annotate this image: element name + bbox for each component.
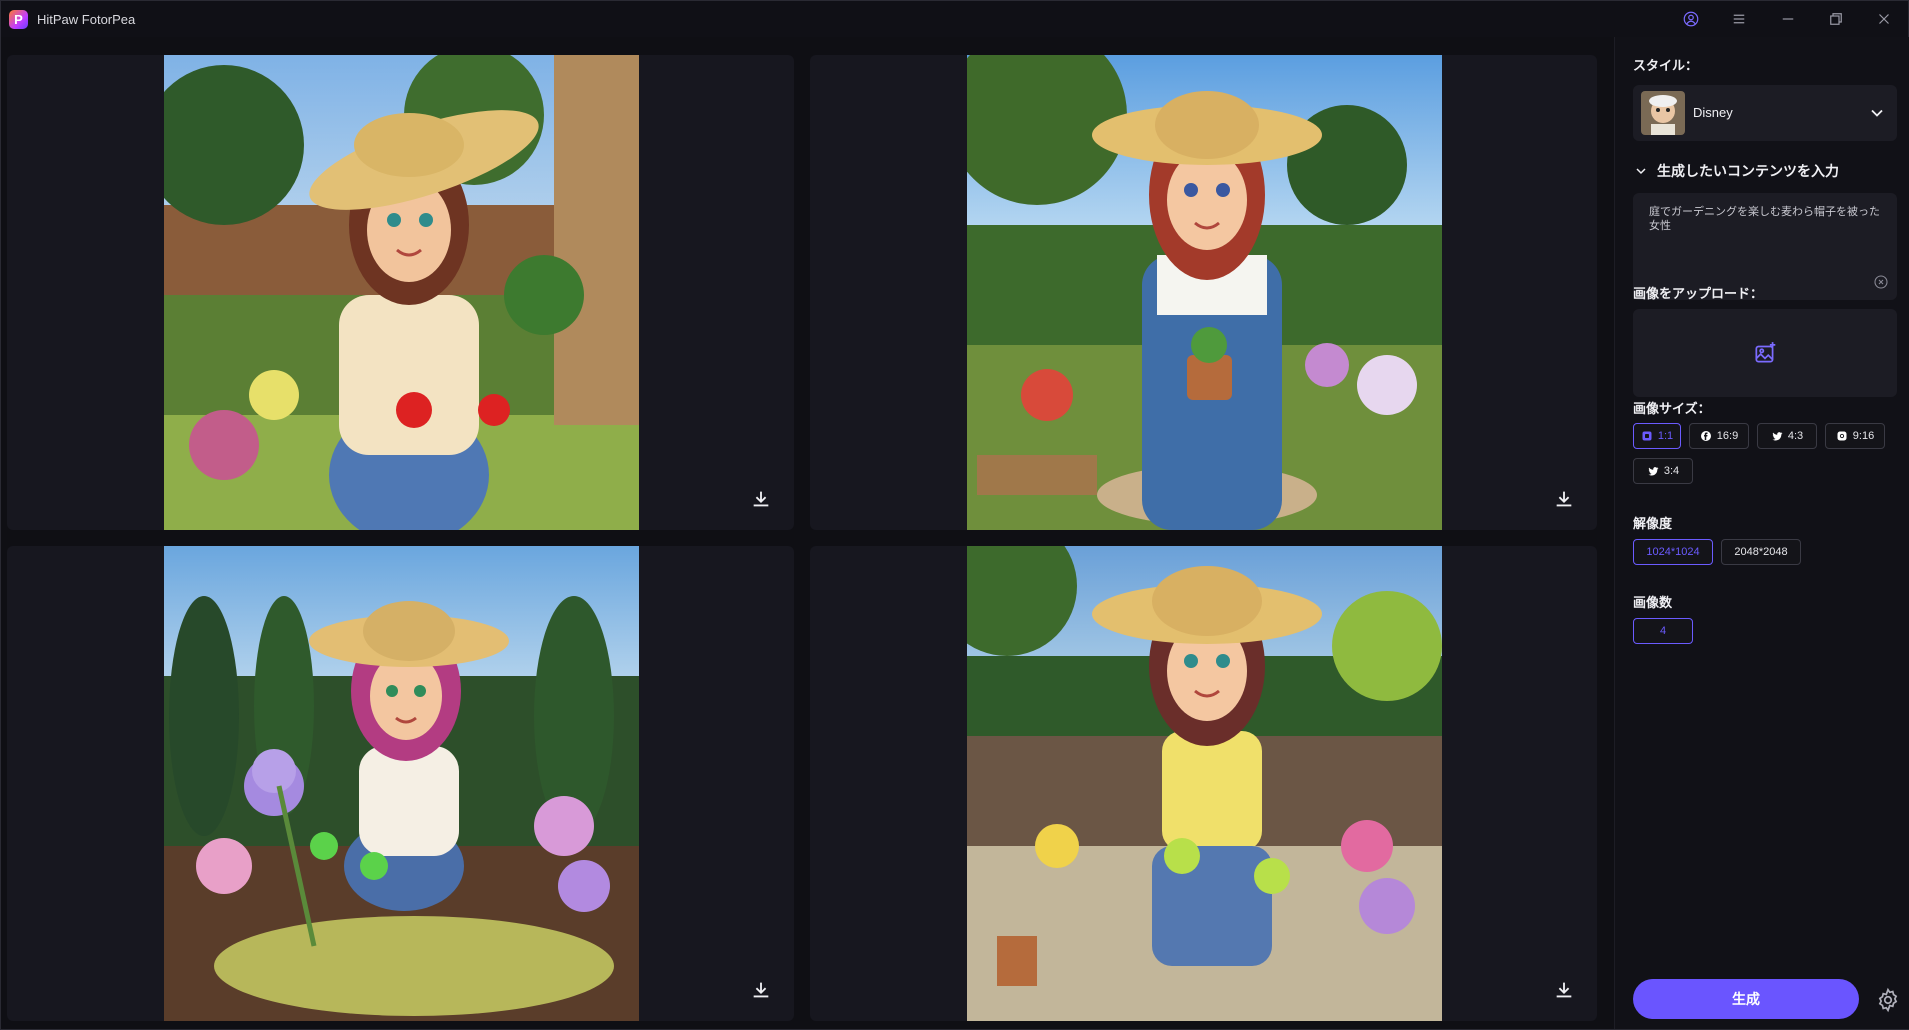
square-icon (1642, 431, 1652, 441)
size-option-16-9[interactable]: 16:9 (1689, 423, 1749, 449)
download-icon[interactable] (746, 975, 776, 1005)
user-account-icon[interactable] (1678, 7, 1704, 31)
image-gallery (7, 55, 1597, 1021)
image-upload-area[interactable] (1633, 309, 1897, 397)
resolution-option-1024[interactable]: 1024*1024 (1633, 539, 1713, 565)
settings-sidebar: スタイル： Disney 生成したいコンテンツを入力 庭でガーデニングを楽しむ麦… (1614, 37, 1909, 1029)
style-value: Disney (1693, 105, 1733, 120)
resolution-label: 解像度 (1633, 516, 1673, 531)
close-icon[interactable] (1871, 7, 1897, 31)
twitter-icon (1648, 467, 1659, 476)
chevron-down-icon (1636, 168, 1646, 175)
content-section-title: 生成したいコンテンツを入力 (1657, 163, 1839, 179)
restore-icon[interactable] (1823, 7, 1849, 31)
app-window: P HitPaw FotorPea スタイル： Disney 生成したいコンテン… (0, 0, 1909, 1030)
chevron-down-icon (1871, 109, 1883, 117)
generated-image-card-2[interactable] (810, 55, 1597, 530)
size-option-9-16[interactable]: 9:16 (1825, 423, 1885, 449)
generated-image-4[interactable] (967, 546, 1442, 1021)
download-icon[interactable] (746, 484, 776, 514)
size-label: 9:16 (1852, 430, 1875, 442)
size-label: 1:1 (1657, 430, 1674, 442)
add-image-icon (1755, 342, 1776, 363)
instagram-icon (1837, 431, 1847, 441)
generated-image-card-1[interactable] (7, 55, 794, 530)
content-section-toggle[interactable]: 生成したいコンテンツを入力 (1633, 161, 1839, 181)
generated-image-3[interactable] (164, 546, 639, 1021)
download-icon[interactable] (1549, 975, 1579, 1005)
style-dropdown[interactable]: Disney (1633, 85, 1897, 141)
generated-image-card-3[interactable] (7, 546, 794, 1021)
generate-button[interactable]: 生成 (1633, 979, 1859, 1019)
generated-image-2[interactable] (967, 55, 1442, 530)
app-title: HitPaw FotorPea (37, 12, 136, 27)
download-icon[interactable] (1549, 484, 1579, 514)
upload-label: 画像をアップロード： (1633, 286, 1764, 301)
facebook-icon (1700, 431, 1711, 441)
generated-image-card-4[interactable] (810, 546, 1597, 1021)
image-count-label: 画像数 (1633, 595, 1673, 610)
size-label: 16:9 (1716, 430, 1739, 442)
app-logo-icon: P (9, 10, 28, 29)
gear-icon[interactable] (1875, 987, 1901, 1013)
title-bar: P HitPaw FotorPea (1, 1, 1908, 37)
style-thumbnail (1641, 91, 1685, 135)
minimize-icon[interactable] (1775, 7, 1801, 31)
prompt-text: 庭でガーデニングを楽しむ麦わら帽子を被った女性 (1649, 206, 1880, 232)
size-option-1-1[interactable]: 1:1 (1633, 423, 1681, 449)
size-option-3-4[interactable]: 3:4 (1633, 458, 1693, 484)
image-size-label: 画像サイズ： (1633, 401, 1711, 416)
menu-icon[interactable] (1726, 7, 1752, 31)
clear-icon[interactable] (1873, 274, 1889, 290)
size-label: 4:3 (1787, 430, 1804, 442)
twitter-icon (1772, 432, 1783, 441)
style-label: スタイル： (1633, 58, 1699, 73)
image-count-input[interactable]: 4 (1633, 618, 1693, 644)
size-label: 3:4 (1663, 465, 1680, 477)
resolution-option-2048[interactable]: 2048*2048 (1721, 539, 1801, 565)
size-option-4-3[interactable]: 4:3 (1757, 423, 1817, 449)
generated-image-1[interactable] (164, 55, 639, 530)
